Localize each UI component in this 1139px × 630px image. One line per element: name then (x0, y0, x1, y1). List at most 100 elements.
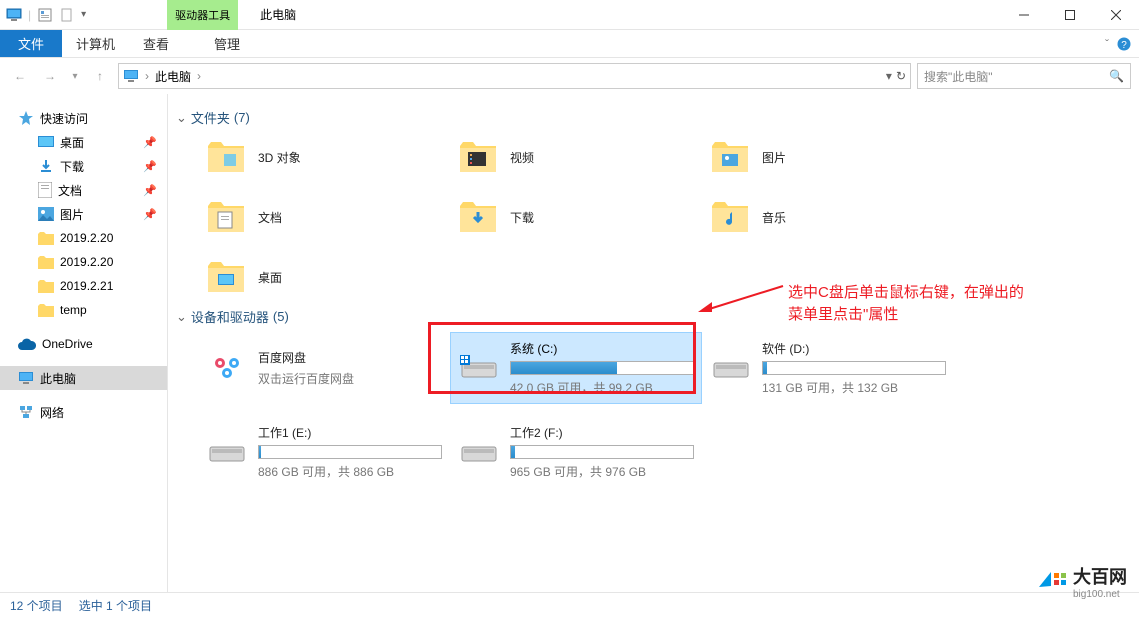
breadcrumb-thispc[interactable]: 此电脑 (155, 68, 191, 85)
item-label: 桌面 (258, 269, 282, 286)
qat-sep: | (28, 8, 31, 22)
folder-icon (458, 200, 498, 234)
drive-d[interactable]: 软件 (D:)131 GB 可用，共 132 GB (702, 332, 954, 404)
nav-documents[interactable]: 文档 📌 (0, 178, 167, 202)
picture-icon (38, 207, 54, 221)
qat-doc-icon[interactable] (59, 7, 75, 23)
folder-downloads[interactable]: 下载 (450, 193, 702, 241)
chevron-down-icon: ⌄ (176, 309, 187, 325)
drive-name: 软件 (D:) (762, 340, 946, 357)
group-title: 设备和驱动器 (191, 307, 269, 326)
drive-sub: 双击运行百度网盘 (258, 370, 442, 387)
address-bar[interactable]: › 此电脑 › ▾ ↻ (118, 63, 911, 89)
nav-network[interactable]: 网络 (0, 400, 167, 424)
window-controls (1001, 0, 1139, 29)
nav-label: 文档 (58, 182, 82, 199)
chevron-right-icon[interactable]: › (195, 69, 203, 83)
item-label: 文档 (258, 209, 282, 226)
annot-line: 选中C盘后单击鼠标右键，在弹出的 (788, 282, 1024, 304)
search-icon[interactable]: 🔍 (1109, 69, 1124, 83)
drive-progress (258, 445, 442, 459)
drive-sub: 42.0 GB 可用，共 99.2 GB (510, 379, 694, 396)
title-area: 驱动器工具 此电脑 (92, 0, 1001, 29)
watermark-url: big100.net (1073, 589, 1127, 600)
manage-tab[interactable]: 管理 (200, 30, 254, 57)
forward-button[interactable]: → (38, 64, 62, 88)
nav-desktop[interactable]: 桌面📌 (0, 130, 167, 154)
chevron-down-icon: ⌄ (176, 110, 187, 126)
drive-sub: 886 GB 可用，共 886 GB (258, 463, 442, 480)
status-selected: 选中 1 个项目 (79, 597, 152, 614)
nav-label: temp (60, 303, 87, 317)
status-bar: 12 个项目 选中 1 个项目 (0, 592, 1139, 618)
computer-tab[interactable]: 计算机 (62, 30, 129, 57)
annot-line: 菜单里点击"属性 (788, 304, 1024, 326)
nav-label: 下载 (60, 158, 84, 175)
baidu-icon (206, 353, 248, 383)
network-icon (18, 405, 34, 419)
drive-progress (510, 361, 694, 375)
drive-tools-tab[interactable]: 驱动器工具 (167, 0, 238, 30)
folder-icon (458, 140, 498, 174)
nav-folder[interactable]: temp (0, 298, 167, 322)
properties-icon[interactable] (37, 7, 53, 23)
item-label: 音乐 (762, 209, 786, 226)
nav-pictures[interactable]: 图片📌 (0, 202, 167, 226)
file-tab[interactable]: 文件 (0, 30, 62, 57)
folder-icon (38, 232, 54, 245)
drive-e[interactable]: 工作1 (E:)886 GB 可用，共 886 GB (198, 416, 450, 488)
item-label: 图片 (762, 149, 786, 166)
nav-quick-access[interactable]: 快速访问 (0, 106, 167, 130)
drive-baidu[interactable]: 百度网盘双击运行百度网盘 (198, 332, 450, 404)
nav-folder[interactable]: 2019.2.20 (0, 250, 167, 274)
nav-label: 2019.2.20 (60, 231, 113, 245)
nav-thispc[interactable]: 此电脑 (0, 366, 167, 390)
drive-f[interactable]: 工作2 (F:)965 GB 可用，共 976 GB (450, 416, 702, 488)
nav-downloads[interactable]: 下载📌 (0, 154, 167, 178)
pin-icon: 📌 (143, 136, 157, 149)
search-placeholder: 搜索"此电脑" (924, 68, 993, 85)
group-folders[interactable]: ⌄ 文件夹 (7) (168, 102, 1139, 133)
drive-progress (510, 445, 694, 459)
folder-desktop[interactable]: 桌面 (198, 253, 450, 301)
drive-c[interactable]: 系统 (C:)42.0 GB 可用，共 99.2 GB (450, 332, 702, 404)
help-icon[interactable]: ? (1117, 37, 1131, 51)
folder-icon (206, 140, 246, 174)
watermark-name: 大百网 (1073, 563, 1127, 589)
back-button[interactable]: ← (8, 64, 32, 88)
close-button[interactable] (1093, 0, 1139, 29)
expand-ribbon-icon[interactable]: ˇ (1105, 37, 1109, 51)
item-label: 下载 (510, 209, 534, 226)
qat-dropdown-icon[interactable]: ▾ (81, 9, 86, 20)
nav-label: 2019.2.20 (60, 255, 113, 269)
folder-pictures[interactable]: 图片 (702, 133, 954, 181)
up-button[interactable]: ↑ (88, 64, 112, 88)
chevron-right-icon[interactable]: › (143, 69, 151, 83)
nav-label: 此电脑 (40, 370, 76, 387)
pin-icon: 📌 (143, 184, 157, 197)
item-label: 3D 对象 (258, 149, 301, 166)
address-bar-row: ← → ▾ ↑ › 此电脑 › ▾ ↻ 搜索"此电脑" 🔍 (0, 58, 1139, 94)
view-tab[interactable]: 查看 (129, 30, 183, 57)
folder-music[interactable]: 音乐 (702, 193, 954, 241)
drive-progress (762, 361, 946, 375)
address-dropdown-icon[interactable]: ▾ (886, 69, 892, 83)
nav-folder[interactable]: 2019.2.21 (0, 274, 167, 298)
recent-dropdown-icon[interactable]: ▾ (68, 64, 82, 88)
drive-icon (206, 437, 248, 467)
maximize-button[interactable] (1047, 0, 1093, 29)
folder-icon (38, 280, 54, 293)
refresh-icon[interactable]: ↻ (896, 69, 906, 83)
folder-3d-objects[interactable]: 3D 对象 (198, 133, 450, 181)
folder-icon (38, 256, 54, 269)
folder-icon (710, 200, 750, 234)
minimize-button[interactable] (1001, 0, 1047, 29)
nav-label: OneDrive (42, 337, 93, 351)
nav-onedrive[interactable]: OneDrive (0, 332, 167, 356)
folder-documents[interactable]: 文档 (198, 193, 450, 241)
nav-folder[interactable]: 2019.2.20 (0, 226, 167, 250)
drive-name: 工作2 (F:) (510, 424, 694, 441)
annotation-text: 选中C盘后单击鼠标右键，在弹出的 菜单里点击"属性 (788, 282, 1024, 326)
search-input[interactable]: 搜索"此电脑" 🔍 (917, 63, 1131, 89)
folder-videos[interactable]: 视频 (450, 133, 702, 181)
